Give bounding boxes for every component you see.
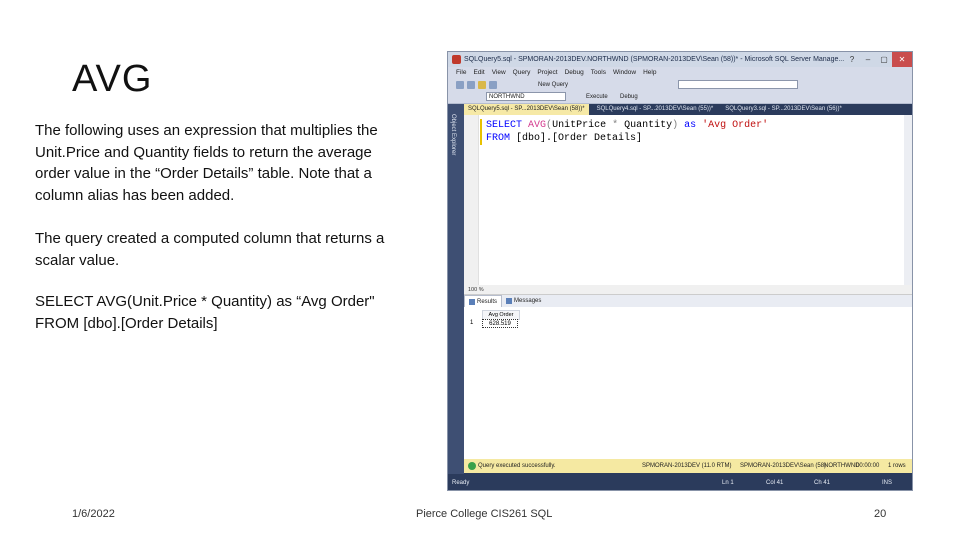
footer-date: 1/6/2022 xyxy=(72,508,115,520)
zoom-level[interactable]: 100 % xyxy=(464,285,912,295)
change-marker xyxy=(480,119,482,145)
op-multiply: * xyxy=(606,120,625,131)
paren-close: ) xyxy=(672,120,679,131)
success-icon xyxy=(468,462,476,470)
object-explorer-label: Object Explorer xyxy=(450,114,456,156)
menu-view[interactable]: View xyxy=(492,67,506,79)
new-query-button[interactable]: New Query xyxy=(538,79,568,91)
query-status-bar: Query executed successfully. SPMORAN-201… xyxy=(464,459,912,473)
menu-file[interactable]: File xyxy=(456,67,466,79)
insert-mode: INS xyxy=(882,480,893,486)
close-button[interactable]: ✕ xyxy=(892,52,912,67)
query-line-2: FROM [dbo].[Order Details] xyxy=(35,314,218,332)
status-time: 00:00:00 xyxy=(856,463,880,469)
footer-page-number: 20 xyxy=(874,508,887,520)
grid-icon xyxy=(469,298,475,305)
table-name: [dbo].[Order Details] xyxy=(516,133,643,144)
results-grid: Avg Order 1 628.519 xyxy=(464,307,912,459)
window-titlebar: SQLQuery5.sql - SPMORAN-2013DEV.NORTHWND… xyxy=(448,52,912,67)
object-explorer-tab[interactable]: Object Explorer xyxy=(448,104,464,474)
query-line-1: SELECT AVG(Unit.Price * Quantity) as “Av… xyxy=(35,293,375,310)
tab-messages-label: Messages xyxy=(514,298,542,304)
kw-from: FROM xyxy=(486,133,511,144)
status-server: SPMORAN-2013DEV (11.0 RTM) xyxy=(642,463,732,469)
ssms-window: SQLQuery5.sql - SPMORAN-2013DEV.NORTHWND… xyxy=(447,51,913,491)
col-quantity: Quantity xyxy=(624,120,673,131)
code-line-2: FROM [dbo].[Order Details] xyxy=(486,132,768,145)
ready-state: Ready xyxy=(452,480,470,486)
window-controls: ? – ▢ ✕ xyxy=(844,52,912,67)
database-select[interactable]: NORTHWND xyxy=(486,92,566,101)
window-title: SQLQuery5.sql - SPMORAN-2013DEV.NORTHWND… xyxy=(464,56,845,63)
tab-sqlquery3[interactable]: SQLQuery3.sql - SP...2013DEV\Sean (56))* xyxy=(721,104,846,115)
status-rows: 1 rows xyxy=(888,463,906,469)
status-database: NORTHWND xyxy=(824,463,860,469)
footer-course: Pierce College CIS261 SQL xyxy=(416,508,553,520)
status-user: SPMORAN-2013DEV\Sean (58) xyxy=(740,463,827,469)
menu-query[interactable]: Query xyxy=(513,67,531,79)
kw-as: as xyxy=(684,120,697,131)
query-editor[interactable]: SELECT AVG(UnitPrice * Quantity) as 'Avg… xyxy=(464,115,912,285)
minimize-button[interactable]: – xyxy=(860,52,876,67)
status-message: Query executed successfully. xyxy=(478,463,556,469)
standard-toolbar: New Query xyxy=(448,79,912,91)
column-number: Col 41 xyxy=(766,480,784,486)
app-status-bar: Ready Ln 1 Col 41 Ch 41 INS xyxy=(448,476,912,490)
slide-title: AVG xyxy=(72,58,153,100)
result-tabs: Results Messages xyxy=(464,295,912,307)
editor-scrollbar[interactable] xyxy=(904,115,912,285)
menu-bar: File Edit View Query Project Debug Tools… xyxy=(448,67,912,79)
alias-string: 'Avg Order' xyxy=(702,120,769,131)
menu-window[interactable]: Window xyxy=(613,67,636,79)
menu-help[interactable]: Help xyxy=(643,67,656,79)
line-number: Ln 1 xyxy=(722,480,734,486)
query-text: SELECT AVG(Unit.Price * Quantity) as “Av… xyxy=(35,291,405,334)
menu-project[interactable]: Project xyxy=(537,67,557,79)
forward-icon[interactable] xyxy=(467,81,475,89)
tab-sqlquery4[interactable]: SQLQuery4.sql - SP...2013DEV\Sean (55))* xyxy=(593,104,718,115)
char-number: Ch 41 xyxy=(814,480,831,486)
description-paragraph: The following uses an expression that mu… xyxy=(35,122,378,204)
messages-icon xyxy=(506,298,513,304)
kw-select: SELECT xyxy=(486,120,523,131)
tab-sqlquery5[interactable]: SQLQuery5.sql - SP...2013DEV\Sean (58))* xyxy=(464,104,589,115)
maximize-button[interactable]: ▢ xyxy=(876,52,892,67)
sql-editor-toolbar: NORTHWND Execute Debug xyxy=(448,91,912,104)
col-unitprice: UnitPrice xyxy=(552,120,607,131)
tab-results[interactable]: Results xyxy=(464,295,503,307)
tab-results-label: Results xyxy=(477,298,498,305)
document-tabs: SQLQuery5.sql - SP...2013DEV\Sean (58))*… xyxy=(464,104,912,115)
back-icon[interactable] xyxy=(456,81,464,89)
fn-avg: AVG xyxy=(528,120,547,131)
result-cell[interactable]: 628.519 xyxy=(482,319,518,328)
editor-gutter xyxy=(464,115,479,285)
sql-code: SELECT AVG(UnitPrice * Quantity) as 'Avg… xyxy=(486,119,768,145)
ssms-app-icon xyxy=(452,55,461,64)
help-button[interactable]: ? xyxy=(844,52,860,67)
code-line-1: SELECT AVG(UnitPrice * Quantity) as 'Avg… xyxy=(486,119,768,132)
open-file-icon[interactable] xyxy=(489,81,497,89)
explanation-paragraph: The query created a computed column that… xyxy=(35,230,385,269)
new-project-icon[interactable] xyxy=(478,81,486,89)
tab-messages[interactable]: Messages xyxy=(502,295,545,307)
debug-button[interactable]: Debug xyxy=(620,91,638,103)
menu-tools[interactable]: Tools xyxy=(591,67,606,79)
menu-edit[interactable]: Edit xyxy=(473,67,484,79)
execute-button[interactable]: Execute xyxy=(586,91,608,103)
row-number: 1 xyxy=(470,320,474,326)
solution-config-combo[interactable] xyxy=(678,80,798,89)
menu-debug[interactable]: Debug xyxy=(565,67,584,79)
